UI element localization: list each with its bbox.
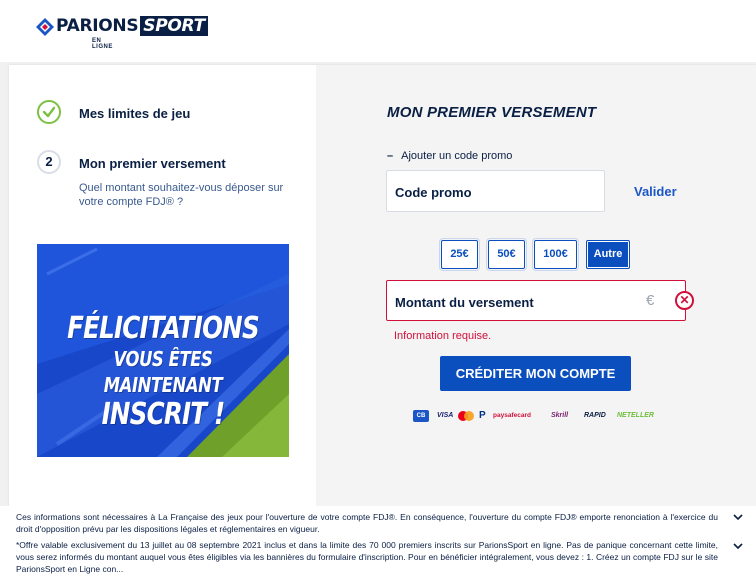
deposit-amount-placeholder: Montant du versement	[395, 295, 534, 310]
promo-code-placeholder: Code promo	[395, 185, 472, 200]
step-description: Quel montant souhaitez-vous déposer sur …	[79, 182, 284, 208]
error-message: Information requise.	[394, 330, 492, 342]
step-label-first-deposit: Mon premier versement	[79, 156, 226, 171]
legal-notice: Ces informations sont nécessaires à La F…	[16, 512, 718, 534]
amount-25-button[interactable]: 25€	[439, 238, 480, 271]
step-complete-check-icon	[37, 100, 61, 124]
logo-wordmark: PARIONS SPORT	[56, 16, 208, 36]
rapid-icon: RAPID	[584, 412, 606, 419]
amount-100-button[interactable]: 100€	[532, 238, 579, 271]
congratulations-text: FÉLICITATIONS VOUS ÊTES MAINTENANT INSCR…	[67, 311, 260, 432]
step-number-badge: 2	[37, 150, 61, 174]
promo-code-input[interactable]: Code promo	[386, 170, 605, 212]
collapse-icon: –	[387, 150, 394, 162]
logo-icon	[36, 18, 54, 36]
skrill-icon: Skrill	[551, 412, 569, 419]
congratulations-banner: FÉLICITATIONS VOUS ÊTES MAINTENANT INSCR…	[37, 244, 289, 457]
add-promo-code-toggle[interactable]: – Ajouter un code promo	[387, 150, 512, 162]
cb-icon: CB	[413, 410, 429, 422]
deposit-amount-input[interactable]: Montant du versement €	[386, 280, 686, 321]
logo-subtitle: EN LIGNE	[92, 38, 113, 50]
chevron-down-icon[interactable]	[733, 541, 743, 551]
validate-promo-button[interactable]: Valider	[634, 184, 677, 199]
mastercard-icon	[458, 411, 474, 421]
paysafecard-icon: paysafecard	[493, 412, 531, 419]
amount-other-button[interactable]: Autre	[586, 240, 630, 269]
visa-icon: VISA	[437, 412, 454, 419]
chevron-down-icon[interactable]	[733, 512, 743, 522]
add-promo-code-label: Ajouter un code promo	[401, 150, 513, 162]
error-close-icon[interactable]: ✕	[675, 291, 694, 310]
neteller-icon: NETELLER	[617, 412, 654, 419]
deposit-title: MON PREMIER VERSEMENT	[387, 104, 597, 121]
amount-50-button[interactable]: 50€	[486, 238, 527, 271]
euro-icon: €	[646, 292, 655, 309]
step-label-limits: Mes limites de jeu	[79, 106, 191, 121]
offer-terms: *Offre valable exclusivement du 13 juill…	[16, 540, 718, 574]
credit-account-button[interactable]: CRÉDITER MON COMPTE	[440, 356, 631, 391]
paypal-icon: P	[479, 410, 486, 421]
header: PARIONS SPORT EN LIGNE	[0, 0, 756, 62]
